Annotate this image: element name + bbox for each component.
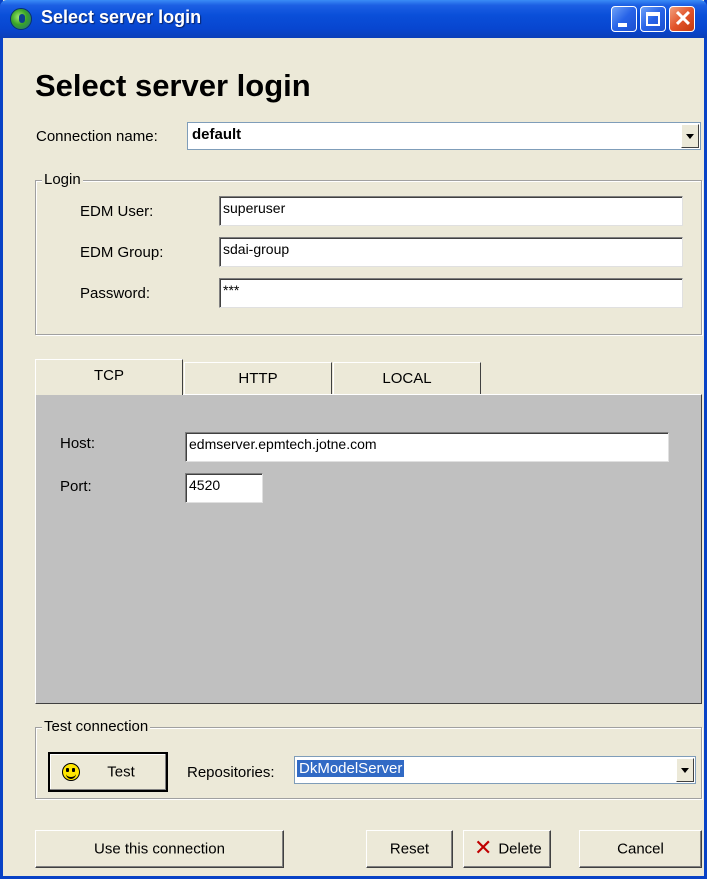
password-label: Password: bbox=[80, 285, 151, 302]
tab-tcp[interactable]: TCP bbox=[35, 359, 183, 395]
delete-button-label: Delete bbox=[498, 840, 542, 858]
chevron-down-icon bbox=[681, 768, 689, 773]
title-bar[interactable]: Select server login ✕ bbox=[0, 0, 707, 38]
tab-tcp-label: TCP bbox=[94, 367, 124, 384]
tab-http-label: HTTP bbox=[238, 370, 278, 387]
port-field[interactable]: 4520 bbox=[185, 473, 263, 503]
globe-icon bbox=[10, 8, 32, 30]
reset-button[interactable]: Reset bbox=[366, 830, 453, 868]
repositories-select[interactable]: DkModelServer bbox=[294, 756, 696, 784]
password-value: *** bbox=[223, 282, 240, 298]
use-connection-button[interactable]: Use this connection bbox=[35, 830, 284, 868]
host-value: edmserver.epmtech.jotne.com bbox=[189, 436, 377, 452]
test-button-label: Test bbox=[107, 763, 135, 781]
cancel-button-label: Cancel bbox=[617, 840, 664, 858]
repositories-dropdown-button[interactable] bbox=[676, 758, 694, 782]
minimize-button[interactable] bbox=[611, 6, 637, 32]
maximize-icon bbox=[646, 12, 660, 26]
edm-group-value: sdai-group bbox=[223, 241, 290, 257]
password-field[interactable]: *** bbox=[219, 278, 683, 308]
test-connection-group-label: Test connection bbox=[42, 718, 151, 735]
dialog-window: Select server login ✕ Select server logi… bbox=[0, 0, 707, 879]
edm-group-label: EDM Group: bbox=[80, 244, 164, 261]
login-group-label: Login bbox=[42, 171, 83, 188]
edm-user-field[interactable]: superuser bbox=[219, 196, 683, 226]
tcp-tab-panel: Host: edmserver.epmtech.jotne.com Port: … bbox=[35, 394, 702, 704]
edm-user-value: superuser bbox=[223, 200, 286, 216]
close-button[interactable]: ✕ bbox=[669, 6, 695, 32]
tab-http[interactable]: HTTP bbox=[184, 362, 332, 394]
page-title: Select server login bbox=[35, 68, 311, 103]
connection-name-select[interactable]: default bbox=[187, 122, 701, 150]
use-connection-button-label: Use this connection bbox=[94, 840, 225, 858]
minimize-icon bbox=[618, 23, 627, 27]
connection-name-label: Connection name: bbox=[36, 128, 158, 145]
port-value: 4520 bbox=[189, 477, 221, 493]
maximize-button[interactable] bbox=[640, 6, 666, 32]
tab-local[interactable]: LOCAL bbox=[333, 362, 481, 394]
test-button[interactable]: Test bbox=[48, 752, 168, 792]
reset-button-label: Reset bbox=[389, 840, 430, 858]
delete-button[interactable]: ✕ Delete bbox=[463, 830, 551, 868]
window-title: Select server login bbox=[41, 7, 202, 27]
connection-name-value: default bbox=[192, 126, 242, 143]
port-label: Port: bbox=[60, 478, 92, 495]
edm-group-field[interactable]: sdai-group bbox=[219, 237, 683, 267]
chevron-down-icon bbox=[686, 134, 694, 139]
close-icon: ✕ bbox=[673, 6, 693, 31]
repositories-value: DkModelServer bbox=[297, 760, 405, 777]
repositories-label: Repositories: bbox=[187, 764, 275, 781]
connection-dropdown-button[interactable] bbox=[681, 124, 699, 148]
edm-user-label: EDM User: bbox=[80, 203, 154, 220]
host-field[interactable]: edmserver.epmtech.jotne.com bbox=[185, 432, 669, 462]
tab-local-label: LOCAL bbox=[382, 370, 432, 387]
host-label: Host: bbox=[60, 435, 96, 452]
cancel-button[interactable]: Cancel bbox=[579, 830, 702, 868]
